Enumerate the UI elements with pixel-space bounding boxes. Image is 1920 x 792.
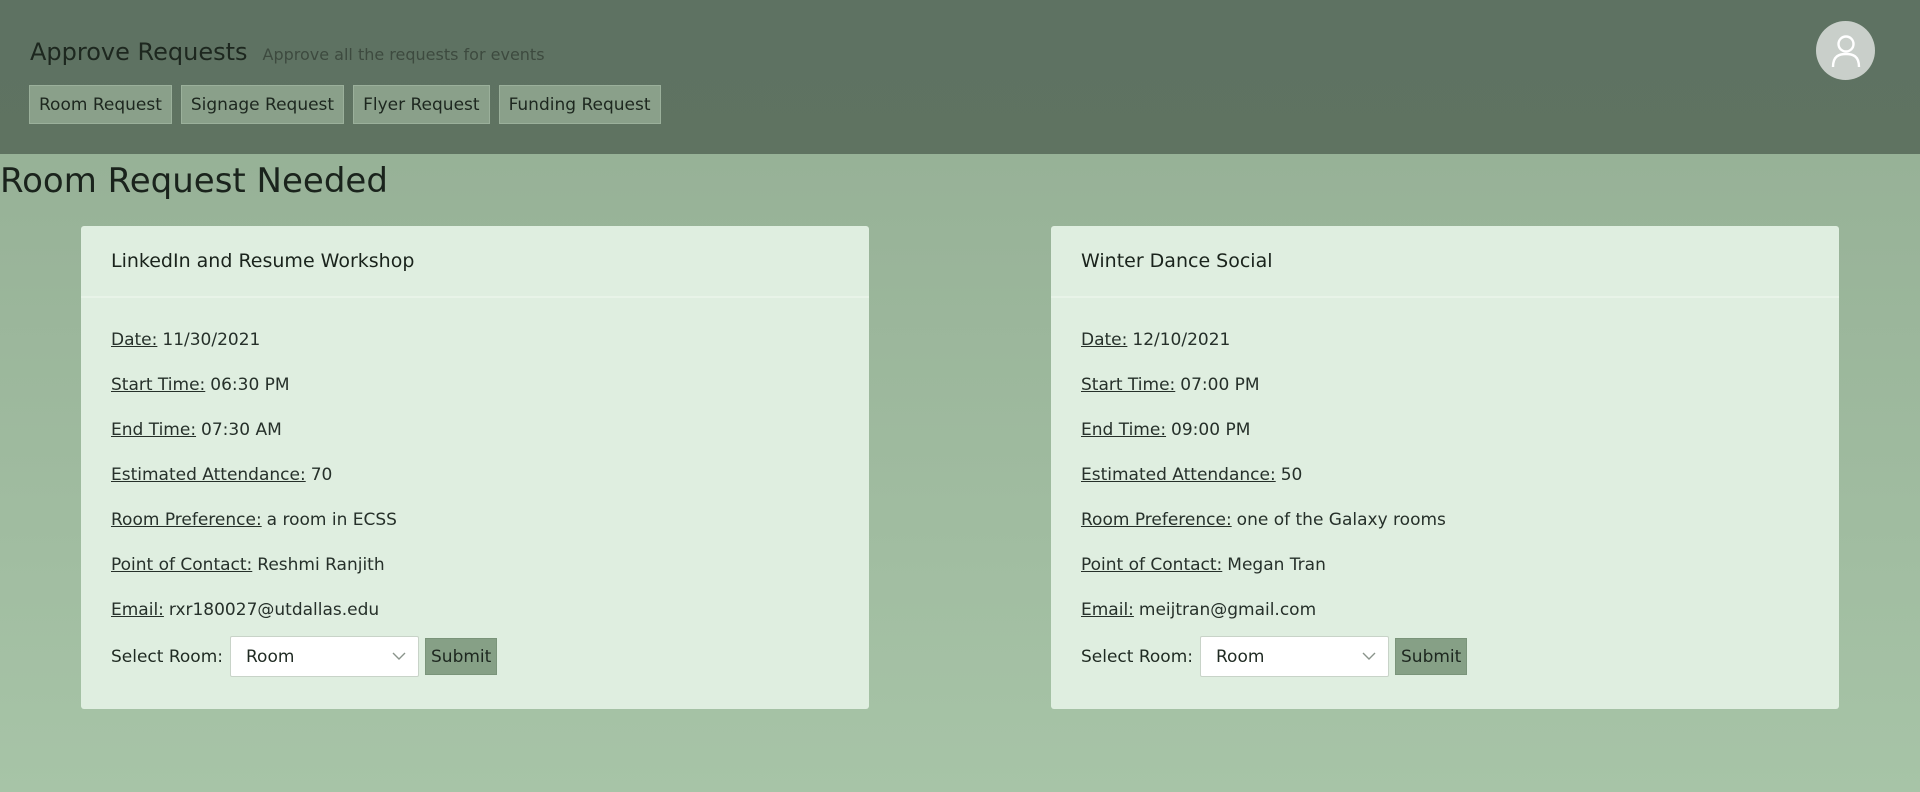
field-email: Email: meijtran@gmail.com (1081, 587, 1809, 632)
field-label: Start Time: (111, 374, 206, 395)
field-email: Email: rxr180027@utdallas.edu (111, 587, 839, 632)
field-label: Date: (111, 329, 158, 350)
field-label: Start Time: (1081, 374, 1176, 395)
select-room-label: Select Room: (111, 646, 223, 667)
field-label: End Time: (111, 419, 197, 440)
field-attendance: Estimated Attendance: 50 (1081, 452, 1809, 497)
field-label: Point of Contact: (111, 554, 253, 575)
field-label: Room Preference: (111, 509, 262, 530)
field-end-time: End Time: 07:30 AM (111, 407, 839, 452)
chevron-down-icon (1362, 652, 1376, 660)
field-label: End Time: (1081, 419, 1167, 440)
field-room-preference: Room Preference: a room in ECSS (111, 497, 839, 542)
avatar[interactable] (1816, 21, 1875, 80)
field-date: Date: 11/30/2021 (111, 317, 839, 362)
card-body: Date: 11/30/2021 Start Time: 06:30 PM En… (81, 317, 869, 677)
section-title: Room Request Needed (0, 161, 388, 201)
field-end-time: End Time: 09:00 PM (1081, 407, 1809, 452)
card-title: Winter Dance Social (1051, 226, 1839, 298)
field-value: one of the Galaxy rooms (1236, 509, 1446, 530)
tab-signage-request[interactable]: Signage Request (180, 85, 345, 124)
field-room-preference: Room Preference: one of the Galaxy rooms (1081, 497, 1809, 542)
request-card: LinkedIn and Resume Workshop Date: 11/30… (81, 226, 869, 709)
tab-funding-request[interactable]: Funding Request (498, 85, 661, 124)
chevron-down-icon (392, 652, 406, 660)
tab-room-request[interactable]: Room Request (29, 85, 172, 124)
card-body: Date: 12/10/2021 Start Time: 07:00 PM En… (1051, 317, 1839, 677)
field-label: Email: (111, 599, 164, 620)
field-point-of-contact: Point of Contact: Reshmi Ranjith (111, 542, 839, 587)
field-label: Room Preference: (1081, 509, 1232, 530)
card-title: LinkedIn and Resume Workshop (81, 226, 869, 298)
top-bar: Approve Requests Approve all the request… (0, 0, 1920, 154)
tab-flyer-request[interactable]: Flyer Request (353, 85, 490, 124)
field-label: Estimated Attendance: (1081, 464, 1276, 485)
room-select[interactable]: Room (230, 636, 419, 677)
request-tabs: Room Request Signage Request Flyer Reque… (29, 85, 661, 124)
field-value: Reshmi Ranjith (257, 554, 385, 575)
select-room-label: Select Room: (1081, 646, 1193, 667)
field-value: meijtran@gmail.com (1138, 599, 1317, 620)
header-title-row: Approve Requests Approve all the request… (30, 38, 545, 66)
field-point-of-contact: Point of Contact: Megan Tran (1081, 542, 1809, 587)
field-label: Date: (1081, 329, 1128, 350)
field-attendance: Estimated Attendance: 70 (111, 452, 839, 497)
user-icon (1831, 34, 1860, 67)
page-subtitle: Approve all the requests for events (262, 45, 545, 64)
field-value: 11/30/2021 (162, 329, 261, 350)
field-value: 07:30 AM (201, 419, 282, 440)
field-start-time: Start Time: 06:30 PM (111, 362, 839, 407)
field-value: 70 (310, 464, 333, 485)
field-value: 09:00 PM (1171, 419, 1251, 440)
room-select-value: Room (246, 646, 295, 667)
request-card: Winter Dance Social Date: 12/10/2021 Sta… (1051, 226, 1839, 709)
submit-button[interactable]: Submit (425, 638, 498, 675)
room-select[interactable]: Room (1200, 636, 1389, 677)
field-value: 50 (1280, 464, 1303, 485)
field-value: 12/10/2021 (1132, 329, 1231, 350)
submit-button[interactable]: Submit (1395, 638, 1468, 675)
select-room-row: Select Room: Room Submit (111, 636, 839, 677)
select-room-row: Select Room: Room Submit (1081, 636, 1809, 677)
field-label: Estimated Attendance: (111, 464, 306, 485)
field-value: a room in ECSS (266, 509, 397, 530)
field-start-time: Start Time: 07:00 PM (1081, 362, 1809, 407)
room-select-value: Room (1216, 646, 1265, 667)
field-date: Date: 12/10/2021 (1081, 317, 1809, 362)
field-value: 06:30 PM (210, 374, 290, 395)
field-value: rxr180027@utdallas.edu (168, 599, 380, 620)
field-value: Megan Tran (1227, 554, 1326, 575)
field-label: Point of Contact: (1081, 554, 1223, 575)
field-label: Email: (1081, 599, 1134, 620)
field-value: 07:00 PM (1180, 374, 1260, 395)
page-title: Approve Requests (30, 38, 248, 66)
